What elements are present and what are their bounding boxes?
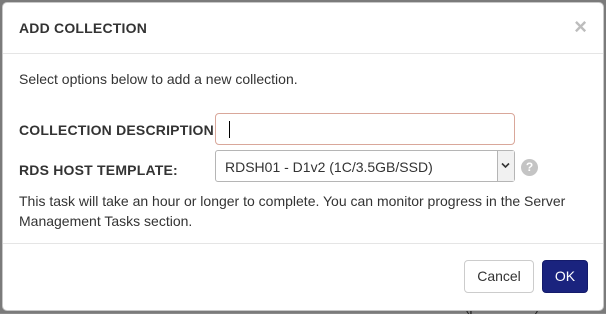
collection-description-input[interactable]: [215, 113, 515, 145]
dialog-header: ADD COLLECTION ×: [3, 3, 603, 54]
intro-text: Select options below to add a new collec…: [19, 71, 298, 87]
ok-button[interactable]: OK: [542, 260, 588, 293]
rds-host-template-label: RDS HOST TEMPLATE:: [19, 162, 178, 178]
collection-description-label: COLLECTION DESCRIPTION:: [19, 122, 219, 138]
close-icon[interactable]: ×: [574, 16, 587, 38]
dialog-title: ADD COLLECTION: [19, 20, 148, 36]
chevron-down-icon[interactable]: [497, 151, 514, 181]
add-collection-dialog: ADD COLLECTION × Select options below to…: [2, 2, 604, 311]
duration-note: This task will take an hour or longer to…: [19, 193, 566, 229]
text-caret: [229, 121, 230, 138]
cancel-button[interactable]: Cancel: [464, 260, 534, 293]
dialog-footer: Cancel OK: [3, 243, 603, 310]
rds-host-template-select[interactable]: RDSH01 - D1v2 (1C/3.5GB/SSD): [215, 150, 515, 182]
help-icon[interactable]: ?: [521, 159, 538, 176]
rds-host-template-selected: RDSH01 - D1v2 (1C/3.5GB/SSD): [225, 159, 433, 175]
